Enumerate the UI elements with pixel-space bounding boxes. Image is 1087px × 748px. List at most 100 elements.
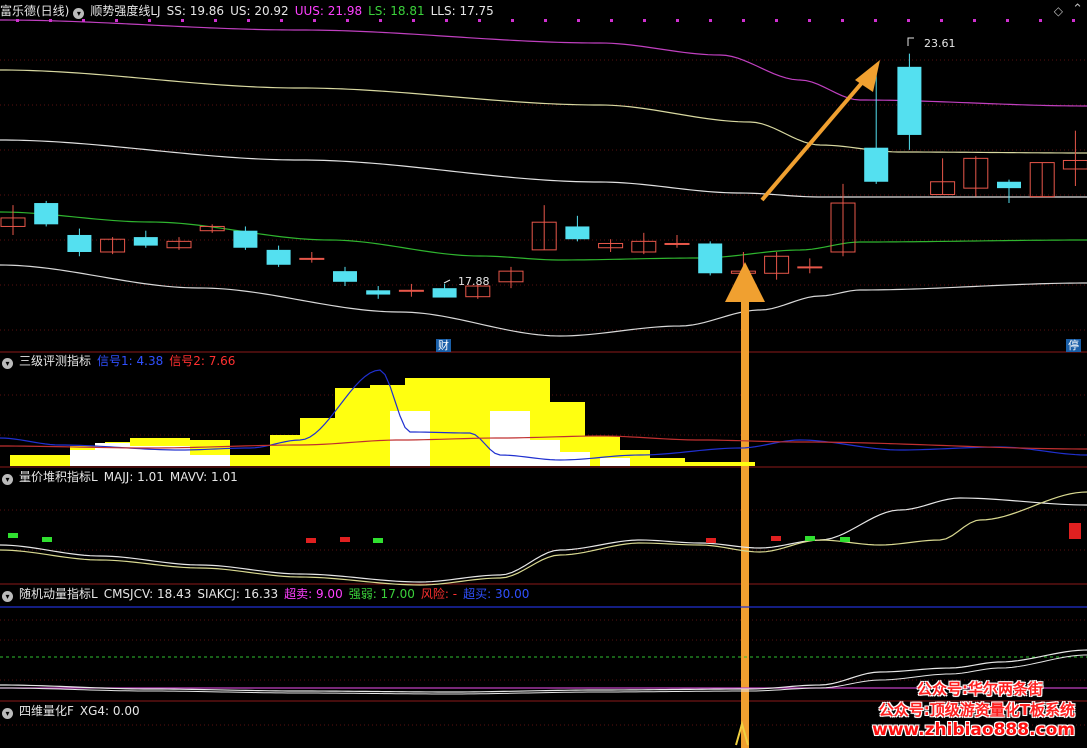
main-panel-header: 富乐德(日线) ▾ 顺势强度线LJ SS: 19.86 US: 20.92 UUS: 21… — [0, 2, 500, 20]
indicator-name[interactable]: 顺势强度线LJ — [90, 4, 160, 18]
top-marker — [1039, 19, 1042, 22]
top-marker — [775, 19, 778, 22]
panel3-header: ▾ 量价堆积指标L MAJJ: 1.01 MAVV: 1.01 — [0, 468, 244, 486]
high-price-label: 23.61 — [924, 37, 956, 50]
white-bar — [70, 450, 95, 466]
candle-body-down — [34, 203, 59, 225]
top-marker — [1006, 19, 1009, 22]
candle-body-up — [664, 242, 690, 245]
yellow-bar — [685, 462, 755, 466]
top-marker — [973, 19, 976, 22]
value-ss: SS: 19.86 — [166, 4, 225, 18]
panel2-signal2: 信号2: 7.66 — [169, 354, 236, 368]
top-marker — [874, 19, 877, 22]
top-marker — [676, 19, 679, 22]
ss-band-line — [0, 139, 1087, 198]
panel4-overbought: 超买: 30.00 — [463, 587, 530, 601]
panel2-signal1: 信号1: 4.38 — [97, 354, 164, 368]
low-leader — [443, 279, 451, 284]
top-marker — [1072, 19, 1075, 22]
panel3-majj: MAJJ: 1.01 — [103, 470, 164, 484]
panel4-name[interactable]: 随机动量指标L — [19, 587, 98, 601]
candle-body-down — [698, 243, 723, 274]
candle-body-up — [398, 289, 424, 292]
candle-body-down — [333, 271, 357, 282]
dropdown-icon[interactable]: ▾ — [2, 474, 13, 485]
signal-marker — [340, 537, 350, 542]
watermark-line1: 公众号:华尔两条街 — [917, 680, 1043, 698]
signal-marker — [306, 538, 316, 543]
candle-body-down — [133, 237, 158, 246]
panel5-name[interactable]: 四维量化F — [19, 704, 74, 718]
panel4-risk: 风险: - — [420, 587, 458, 601]
top-marker — [907, 19, 910, 22]
yellow-bar — [10, 455, 70, 466]
yellow-bar — [300, 418, 335, 466]
signal-marker — [373, 538, 383, 543]
panel3-name[interactable]: 量价堆积指标L — [19, 470, 98, 484]
ls-band-line — [0, 211, 1087, 261]
dropdown-icon[interactable]: ▾ — [73, 8, 85, 19]
signal-marker — [706, 538, 716, 543]
stock-chart-window: 富乐德(日线) ▾ 顺势强度线LJ SS: 19.86 US: 20.92 UUS: 21… — [0, 0, 1087, 748]
candle-body-down — [864, 147, 889, 182]
signal-marker — [1069, 523, 1081, 539]
panel5-header: ▾ 四维量化F XG4: 0.00 — [0, 702, 146, 720]
candle-body-down — [997, 181, 1021, 189]
value-us: US: 20.92 — [230, 4, 289, 18]
yellow-bar — [650, 458, 685, 466]
panel4-cmsjcv: CMSJCV: 18.43 — [103, 587, 192, 601]
top-marker — [577, 19, 580, 22]
top-marker — [709, 19, 712, 22]
top-marker — [544, 19, 547, 22]
panel2-header: ▾ 三级评测指标 信号1: 4.38 信号2: 7.66 — [0, 352, 241, 370]
candle-body-down — [366, 290, 391, 295]
watermark-line3: www.zhibiao888.com — [872, 720, 1075, 740]
uus-band-line — [0, 19, 1087, 107]
finance-tag[interactable]: 财 — [436, 339, 451, 352]
signal-marker — [8, 533, 18, 538]
value-lls: LLS: 17.75 — [430, 4, 494, 18]
white-bar — [190, 455, 230, 466]
low-price-label: 17.88 — [458, 275, 490, 288]
signal-marker — [771, 536, 781, 541]
panel4-oversold: 超卖: 9.00 — [284, 587, 343, 601]
top-marker — [511, 19, 514, 22]
signal-marker — [42, 537, 52, 542]
chart-canvas[interactable] — [0, 0, 1087, 748]
panel4-strength: 强弱: 17.00 — [348, 587, 415, 601]
dropdown-icon[interactable]: ▾ — [2, 358, 13, 369]
candle-body-down — [565, 226, 590, 240]
signal-marker — [840, 537, 850, 542]
dropdown-icon[interactable]: ▾ — [2, 591, 13, 602]
suspend-tag[interactable]: 停 — [1066, 339, 1081, 352]
vertical-arrow-shaft — [741, 300, 749, 748]
majj-line — [0, 497, 1087, 583]
watermark-line2: 公众号:顶级游资量化T板系统 — [878, 701, 1075, 719]
panel4-siakcj: SIAKCJ: 16.33 — [197, 587, 279, 601]
value-ls: LS: 18.81 — [368, 4, 425, 18]
yellow-bar — [230, 455, 270, 466]
top-marker — [742, 19, 745, 22]
panel4-header: ▾ 随机动量指标L CMSJCV: 18.43 SIAKCJ: 16.33 超卖: 9.… — [0, 585, 535, 603]
top-marker — [610, 19, 613, 22]
vertical-arrow-head — [725, 262, 765, 302]
chevron-up-icon[interactable]: ⌃ — [1072, 2, 1083, 17]
dropdown-icon[interactable]: ▾ — [2, 708, 13, 719]
top-marker — [643, 19, 646, 22]
yellow-bar — [335, 388, 370, 466]
top-marker — [841, 19, 844, 22]
panel2-name[interactable]: 三级评测指标 — [19, 354, 91, 368]
panel3-mavv: MAVV: 1.01 — [169, 470, 238, 484]
orange-arrow-shaft — [760, 76, 868, 202]
us-band-line — [0, 69, 1087, 154]
value-uus: UUS: 21.98 — [294, 4, 363, 18]
diamond-icon[interactable]: ◇ — [1054, 4, 1063, 18]
candle-body-down — [233, 230, 258, 248]
top-marker — [940, 19, 943, 22]
candle-body-down — [266, 249, 291, 265]
candle-body-down — [432, 288, 457, 298]
white-bar — [530, 440, 560, 466]
candle-body-up — [299, 257, 325, 260]
white-bar — [390, 411, 430, 466]
